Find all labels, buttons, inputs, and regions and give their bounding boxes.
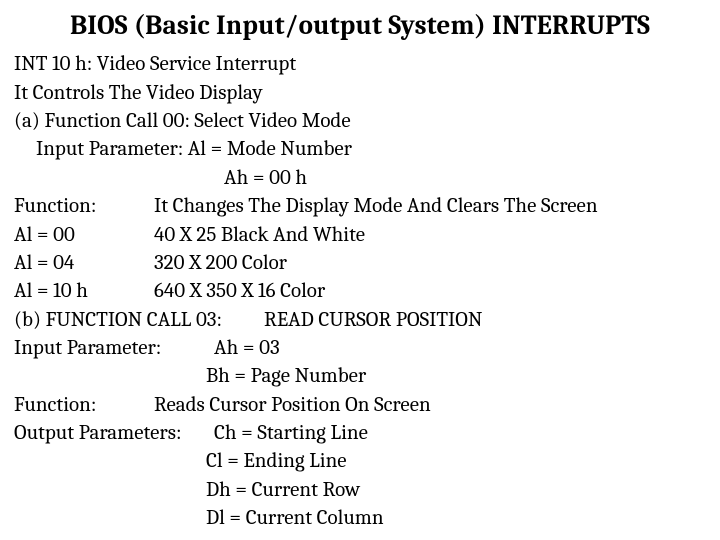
mode-al-1: Al = 04 — [14, 249, 154, 277]
input-param-ah: Ah = 00 h — [14, 164, 706, 192]
desc-line: It Controls The Video Display — [14, 79, 706, 107]
input-param-b-label: Input Parameter: — [14, 334, 214, 362]
mode-desc-2: 640 X 350 X 16 Color — [154, 277, 706, 305]
mode-desc-0: 40 X 25 Black And White — [154, 221, 706, 249]
output-dl: Dl = Current Column — [14, 504, 706, 532]
input-param-bh: Bh = Page Number — [14, 362, 706, 390]
func-b-title: READ CURSOR POSITION — [264, 306, 482, 334]
page-title: BIOS (Basic Input/output System) INTERRU… — [14, 8, 706, 44]
mode-row-0: Al = 00 40 X 25 Black And White — [14, 221, 706, 249]
mode-desc-1: 320 X 200 Color — [154, 249, 706, 277]
mode-row-1: Al = 04 320 X 200 Color — [14, 249, 706, 277]
function-b-label: Function: — [14, 391, 154, 419]
mode-al-2: Al = 10 h — [14, 277, 154, 305]
input-param-al: Input Parameter: Al = Mode Number — [14, 135, 706, 163]
input-param-b-row: Input Parameter: Ah = 03 — [14, 334, 706, 362]
function-b-row: Function: Reads Cursor Position On Scree… — [14, 391, 706, 419]
function-b-value: Reads Cursor Position On Screen — [154, 391, 706, 419]
function-label: Function: — [14, 192, 154, 220]
func-b-header: (b) FUNCTION CALL 03: READ CURSOR POSITI… — [14, 306, 706, 334]
mode-row-2: Al = 10 h 640 X 350 X 16 Color — [14, 277, 706, 305]
func-b-label: (b) FUNCTION CALL 03: — [14, 306, 264, 334]
output-param-row: Output Parameters: Ch = Starting Line — [14, 419, 706, 447]
output-dh: Dh = Current Row — [14, 476, 706, 504]
int-line: INT 10 h: Video Service Interrupt — [14, 50, 706, 78]
output-param-label: Output Parameters: — [14, 419, 214, 447]
function-value: It Changes The Display Mode And Clears T… — [154, 192, 706, 220]
output-ch: Ch = Starting Line — [214, 419, 368, 447]
func-a-header: (a) Function Call 00: Select Video Mode — [14, 107, 706, 135]
mode-al-0: Al = 00 — [14, 221, 154, 249]
output-cl: Cl = Ending Line — [14, 447, 706, 475]
function-row: Function: It Changes The Display Mode An… — [14, 192, 706, 220]
input-param-ah2: Ah = 03 — [214, 334, 280, 362]
